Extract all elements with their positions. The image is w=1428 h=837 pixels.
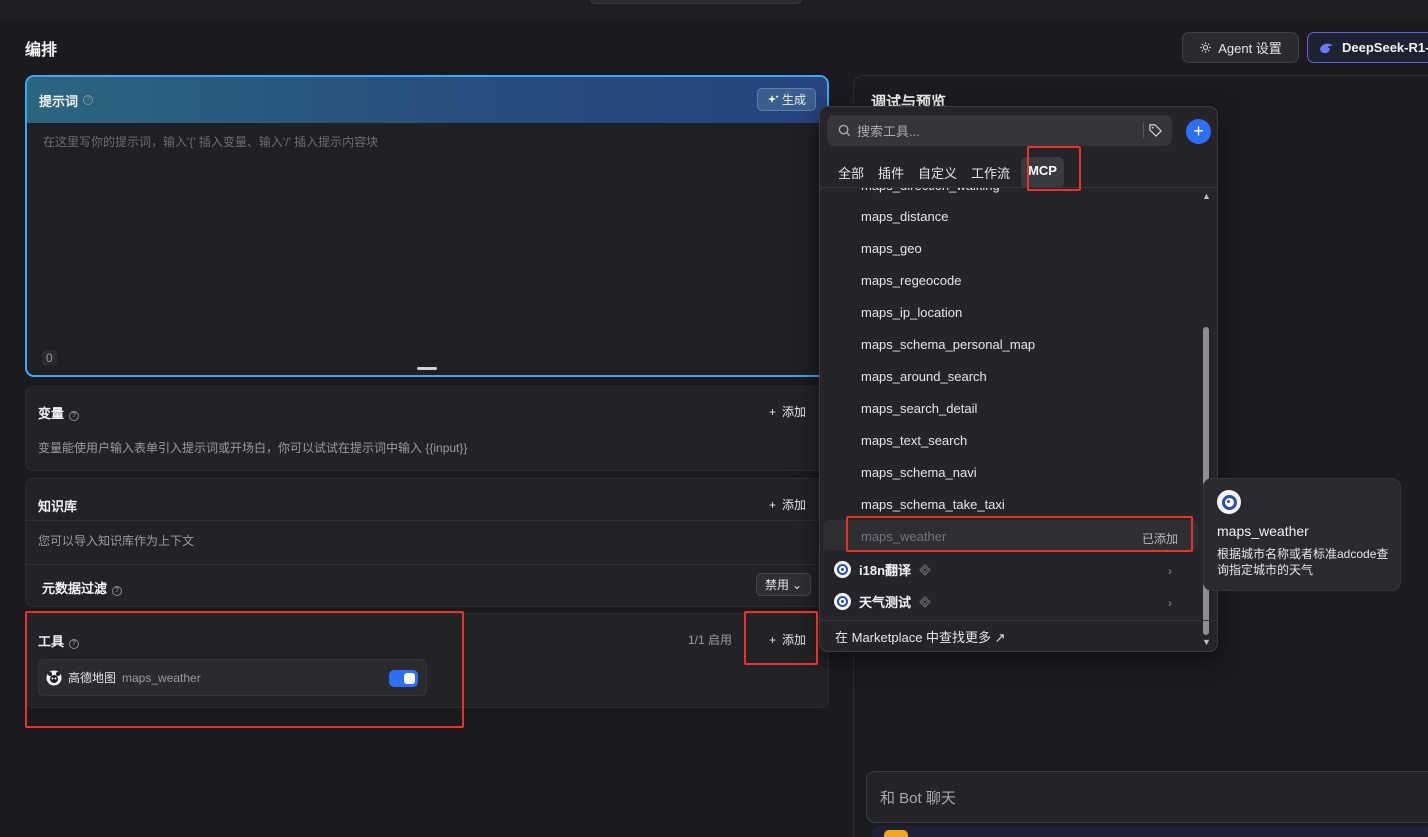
list-item-added[interactable]: maps_weather <box>861 529 946 544</box>
metadata-filter-select[interactable]: 禁用 ⌄ <box>756 573 811 596</box>
add-tool-button[interactable]: + <box>1186 119 1211 144</box>
list-item[interactable]: maps_schema_personal_map <box>861 337 1035 352</box>
list-item[interactable]: maps_around_search <box>861 369 987 384</box>
diamond-icon <box>919 563 931 576</box>
tab-custom[interactable]: 自定义 <box>911 157 964 188</box>
list-item[interactable]: maps_direction_walking <box>861 188 1000 193</box>
tag-icon[interactable] <box>1148 122 1163 137</box>
char-count: 0 <box>42 350 57 366</box>
scroll-up-icon[interactable]: ▲ <box>1202 191 1211 201</box>
amap-logo-icon <box>46 670 62 685</box>
prompt-label: 提示词 <box>39 93 79 109</box>
agent-settings-button[interactable]: Agent 设置 <box>1182 32 1299 63</box>
prompt-textarea[interactable]: 在这里写你的提示词，输入'{' 插入变量、输入'/' 插入提示内容块 <box>43 133 378 150</box>
knowledge-title: 知识库 <box>38 499 78 514</box>
knowledge-card: 知识库 + 添加 您可以导入知识库作为上下文 元数据过滤? 禁用 ⌄ <box>25 478 829 607</box>
chevron-right-icon: › <box>1168 564 1172 578</box>
group-label: i18n翻译 <box>859 563 912 578</box>
variables-add-button[interactable]: + 添加 <box>769 403 806 420</box>
list-item[interactable]: maps_regeocode <box>861 273 961 288</box>
search-icon <box>838 124 851 137</box>
tools-add-button[interactable]: + 添加 <box>769 631 806 648</box>
prompt-header: 提示词? <box>27 77 827 123</box>
chat-footer-bar <box>872 826 1428 837</box>
variables-card: 变量? + 添加 变量能使用户输入表单引入提示词或开场白，你可以试试在提示词中输入… <box>25 386 829 471</box>
tab-mcp[interactable]: MCP <box>1021 157 1064 188</box>
mcp-icon <box>834 561 851 578</box>
tools-card: 工具? 1/1 启用 + 添加 高德地图 maps_weather <box>25 613 829 708</box>
knowledge-desc: 您可以导入知识库作为上下文 <box>38 534 195 548</box>
list-item[interactable]: maps_geo <box>861 241 922 256</box>
added-tag: 已添加 <box>1141 532 1178 546</box>
list-item[interactable]: maps_schema_take_taxi <box>861 497 1005 512</box>
sparkle-icon <box>767 94 779 103</box>
model-selector-button[interactable]: DeepSeek-R1- <box>1307 32 1428 63</box>
tool-enable-toggle[interactable] <box>389 670 418 687</box>
tools-enabled-count: 1/1 启用 <box>688 633 733 647</box>
list-item[interactable]: maps_distance <box>861 209 948 224</box>
tooltip-title: maps_weather <box>1217 523 1309 539</box>
tool-provider: 高德地图 <box>68 671 117 685</box>
mcp-icon <box>1217 490 1241 514</box>
help-icon[interactable]: ? <box>112 586 123 596</box>
deepseek-logo-icon <box>1320 43 1333 54</box>
chat-input[interactable]: 和 Bot 聊天 <box>866 771 1428 823</box>
chevron-right-icon: › <box>1168 596 1172 610</box>
tab-plugins[interactable]: 插件 <box>871 157 911 188</box>
marketplace-link[interactable]: 在 Marketplace 中查找更多 ↗ <box>835 627 1006 646</box>
page-title: 编排 <box>25 42 58 59</box>
group-row-weather-test[interactable]: 天气测试 <box>834 592 931 611</box>
tooltip-desc: 根据城市名称或者标准adcode查询指定城市的天气 <box>1217 547 1389 577</box>
tool-list: maps_direction_walking maps_distance map… <box>820 188 1206 620</box>
tool-tabs: 全部 插件 自定义 工作流 MCP <box>831 157 1064 188</box>
variables-title: 变量 <box>38 406 65 421</box>
generate-button[interactable]: 生成 <box>757 88 816 111</box>
list-item[interactable]: maps_text_search <box>861 433 967 448</box>
generate-label: 生成 <box>781 93 806 107</box>
agent-settings-label: Agent 设置 <box>1218 41 1282 56</box>
plus-icon: + <box>768 404 776 419</box>
divider <box>820 620 1217 621</box>
tool-name: maps_weather <box>122 670 201 685</box>
top-strip <box>0 0 1428 19</box>
group-label: 天气测试 <box>859 595 912 610</box>
add-label: 添加 <box>781 498 806 512</box>
metadata-filter-label: 元数据过滤 <box>42 581 108 596</box>
tab-all[interactable]: 全部 <box>831 157 871 188</box>
list-item[interactable]: maps_ip_location <box>861 305 962 320</box>
search-placeholder: 搜索工具... <box>857 124 920 139</box>
model-name: DeepSeek-R1- <box>1342 40 1428 55</box>
add-label: 添加 <box>781 633 806 647</box>
bot-avatar <box>884 830 908 837</box>
prompt-card: 提示词? 生成 在这里写你的提示词，输入'{' 插入变量、输入'/' 插入提示内… <box>25 75 829 377</box>
gear-icon <box>1200 42 1211 53</box>
tool-item[interactable]: 高德地图 maps_weather <box>38 659 427 696</box>
mcp-icon <box>834 593 851 610</box>
chevron-down-icon: ⌄ <box>791 577 803 592</box>
plus-icon: + <box>768 497 776 512</box>
variables-desc: 变量能使用户输入表单引入提示词或开场白，你可以试试在提示词中输入 {{input… <box>38 441 468 455</box>
scroll-down-icon[interactable]: ▼ <box>1202 637 1211 647</box>
divider <box>26 564 828 565</box>
tool-search-input[interactable]: 搜索工具... <box>827 115 1172 146</box>
tool-tooltip: maps_weather 根据城市名称或者标准adcode查询指定城市的天气 <box>1203 478 1401 591</box>
tools-title: 工具 <box>38 634 65 649</box>
tool-picker-popup: 搜索工具... + 全部 插件 自定义 工作流 MCP maps_directi… <box>819 106 1218 652</box>
knowledge-add-button[interactable]: + 添加 <box>769 496 806 513</box>
resize-handle[interactable] <box>417 367 437 370</box>
diamond-icon <box>919 595 931 608</box>
help-icon[interactable]: ? <box>69 411 80 421</box>
help-icon[interactable]: ? <box>69 639 80 649</box>
divider <box>1143 123 1144 138</box>
disable-label: 禁用 <box>764 578 789 592</box>
list-item[interactable]: maps_schema_navi <box>861 465 977 480</box>
help-icon[interactable]: ? <box>83 95 94 105</box>
list-item[interactable]: maps_search_detail <box>861 401 977 416</box>
top-search-pill[interactable] <box>590 0 802 4</box>
plus-icon: + <box>768 632 776 647</box>
group-row-i18n[interactable]: i18n翻译 <box>834 560 931 579</box>
divider <box>26 520 828 521</box>
tab-workflow[interactable]: 工作流 <box>964 157 1017 188</box>
add-label: 添加 <box>781 405 806 419</box>
